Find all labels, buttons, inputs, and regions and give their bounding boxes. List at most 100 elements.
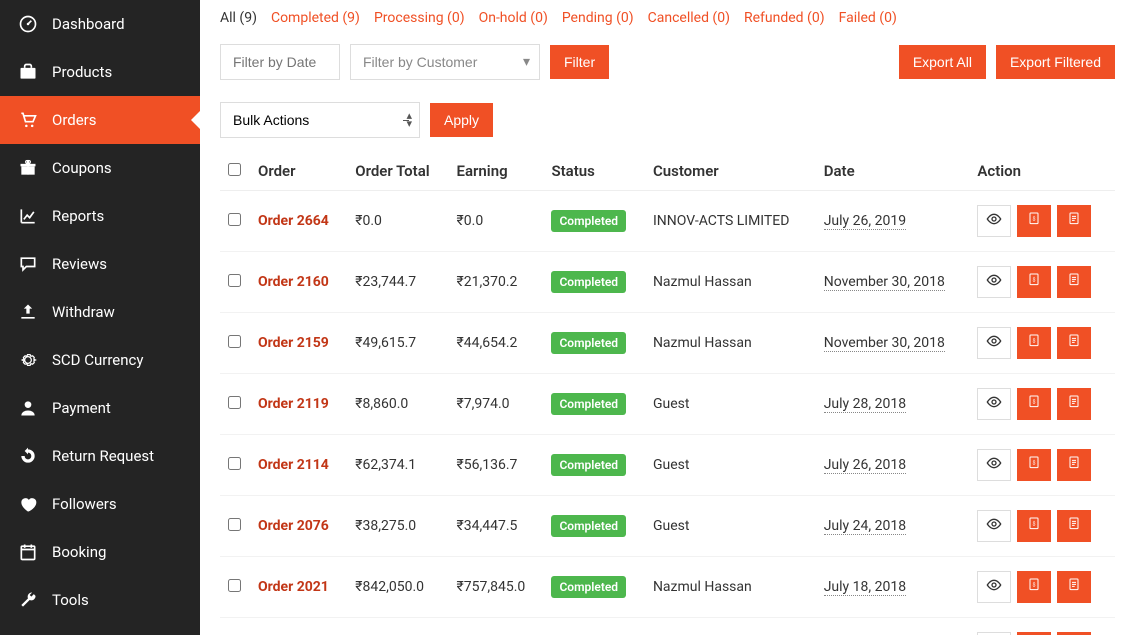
invoice-button[interactable]: $ bbox=[1017, 510, 1051, 542]
status-badge: Completed bbox=[551, 332, 626, 354]
eye-icon bbox=[986, 394, 1002, 414]
sidebar-item-label: Withdraw bbox=[52, 303, 115, 321]
status-filter-processing[interactable]: Processing (0) bbox=[374, 10, 465, 26]
view-button[interactable] bbox=[977, 388, 1011, 420]
sidebar-item-booking[interactable]: Booking bbox=[0, 528, 200, 576]
order-total: ₹0.0 bbox=[347, 191, 448, 252]
order-total: ₹842,050.0 bbox=[347, 557, 448, 618]
orders-table: Order Order Total Earning Status Custome… bbox=[220, 152, 1115, 635]
apply-button[interactable]: Apply bbox=[430, 103, 493, 137]
packing-button[interactable] bbox=[1057, 388, 1091, 420]
order-total: ₹62,374.1 bbox=[347, 435, 448, 496]
sidebar-item-scd-currency[interactable]: SCD Currency bbox=[0, 336, 200, 384]
invoice-button[interactable]: $ bbox=[1017, 449, 1051, 481]
row-checkbox[interactable] bbox=[228, 274, 241, 287]
view-button[interactable] bbox=[977, 205, 1011, 237]
row-checkbox[interactable] bbox=[228, 579, 241, 592]
order-customer: Nazmul Hassan bbox=[645, 313, 816, 374]
status-filter-refunded[interactable]: Refunded (0) bbox=[744, 10, 825, 26]
order-date: November 30, 2018 bbox=[824, 335, 945, 352]
status-badge: Completed bbox=[551, 393, 626, 415]
order-date: July 24, 2018 bbox=[824, 518, 906, 535]
sidebar-item-reviews[interactable]: Reviews bbox=[0, 240, 200, 288]
col-status: Status bbox=[543, 152, 645, 191]
order-link[interactable]: Order 2119 bbox=[258, 396, 329, 412]
status-filter-failed[interactable]: Failed (0) bbox=[839, 10, 897, 26]
order-customer: Nazmul Hassan bbox=[645, 252, 816, 313]
col-date: Date bbox=[816, 152, 970, 191]
row-checkbox[interactable] bbox=[228, 457, 241, 470]
order-link[interactable]: Order 2160 bbox=[258, 274, 329, 290]
row-checkbox[interactable] bbox=[228, 518, 241, 531]
status-badge: Completed bbox=[551, 454, 626, 476]
order-link[interactable]: Order 2664 bbox=[258, 213, 329, 229]
sidebar-item-label: Reports bbox=[52, 207, 104, 225]
select-all-checkbox[interactable] bbox=[228, 163, 241, 176]
status-badge: Completed bbox=[551, 210, 626, 232]
filter-date-input[interactable] bbox=[220, 44, 340, 80]
order-link[interactable]: Order 2114 bbox=[258, 457, 329, 473]
view-button[interactable] bbox=[977, 327, 1011, 359]
svg-text:$: $ bbox=[1033, 215, 1036, 222]
table-row: Order 2114 ₹62,374.1 ₹56,136.7 Completed… bbox=[220, 435, 1115, 496]
sidebar-item-orders[interactable]: Orders bbox=[0, 96, 200, 144]
invoice-button[interactable]: $ bbox=[1017, 327, 1051, 359]
bulk-actions-select[interactable]: Bulk Actions bbox=[220, 102, 420, 138]
filter-button[interactable]: Filter bbox=[550, 45, 609, 79]
packing-button[interactable] bbox=[1057, 571, 1091, 603]
chat-icon bbox=[18, 254, 38, 274]
packing-button[interactable] bbox=[1057, 266, 1091, 298]
status-filter-cancelled[interactable]: Cancelled (0) bbox=[648, 10, 730, 26]
packing-button[interactable] bbox=[1057, 510, 1091, 542]
status-filter-on-hold[interactable]: On-hold (0) bbox=[479, 10, 548, 26]
status-filter-all[interactable]: All (9) bbox=[220, 10, 257, 26]
eye-icon bbox=[986, 577, 1002, 597]
wrench-icon bbox=[18, 590, 38, 610]
sidebar-item-payment[interactable]: Payment bbox=[0, 384, 200, 432]
table-row: Order 2159 ₹49,615.7 ₹44,654.2 Completed… bbox=[220, 313, 1115, 374]
order-earning: ₹0.0 bbox=[449, 191, 544, 252]
order-link[interactable]: Order 2159 bbox=[258, 335, 329, 351]
sidebar-item-followers[interactable]: Followers bbox=[0, 480, 200, 528]
order-link[interactable]: Order 2076 bbox=[258, 518, 329, 534]
order-earning: ₹21,370.2 bbox=[449, 252, 544, 313]
filter-customer-select[interactable]: Filter by Customer bbox=[350, 44, 540, 80]
view-button[interactable] bbox=[977, 266, 1011, 298]
packing-button[interactable] bbox=[1057, 327, 1091, 359]
sidebar: Dashboard ProductsOrdersCoupons Reports Rev… bbox=[0, 0, 200, 635]
view-button[interactable] bbox=[977, 449, 1011, 481]
export-filtered-button[interactable]: Export Filtered bbox=[996, 45, 1115, 79]
packing-button[interactable] bbox=[1057, 449, 1091, 481]
status-filter-completed[interactable]: Completed (9) bbox=[271, 10, 360, 26]
invoice-button[interactable]: $ bbox=[1017, 266, 1051, 298]
sidebar-item-products[interactable]: Products bbox=[0, 48, 200, 96]
sidebar-item-dashboard[interactable]: Dashboard bbox=[0, 0, 200, 48]
order-date: November 30, 2018 bbox=[824, 274, 945, 291]
sidebar-item-withdraw[interactable]: Withdraw bbox=[0, 288, 200, 336]
invoice-button[interactable]: $ bbox=[1017, 205, 1051, 237]
row-checkbox[interactable] bbox=[228, 396, 241, 409]
svg-text:$: $ bbox=[1033, 276, 1036, 283]
sidebar-item-label: Dashboard bbox=[52, 15, 125, 33]
sidebar-item-coupons[interactable]: Coupons bbox=[0, 144, 200, 192]
undo-icon bbox=[18, 446, 38, 466]
sidebar-item-label: Followers bbox=[52, 495, 117, 513]
view-button[interactable] bbox=[977, 510, 1011, 542]
status-filter-pending[interactable]: Pending (0) bbox=[562, 10, 634, 26]
view-button[interactable] bbox=[977, 571, 1011, 603]
packing-button[interactable] bbox=[1057, 205, 1091, 237]
row-checkbox[interactable] bbox=[228, 335, 241, 348]
invoice-icon: $ bbox=[1026, 333, 1042, 353]
sidebar-item-return-request[interactable]: Return Request bbox=[0, 432, 200, 480]
invoice-button[interactable]: $ bbox=[1017, 388, 1051, 420]
sidebar-item-reports[interactable]: Reports bbox=[0, 192, 200, 240]
export-all-button[interactable]: Export All bbox=[899, 45, 986, 79]
invoice-button[interactable]: $ bbox=[1017, 571, 1051, 603]
table-row: Order 2119 ₹8,860.0 ₹7,974.0 Completed G… bbox=[220, 374, 1115, 435]
row-checkbox[interactable] bbox=[228, 213, 241, 226]
order-earning: ₹57,731.5 bbox=[449, 618, 544, 635]
table-row: Order 2021 ₹842,050.0 ₹757,845.0 Complet… bbox=[220, 557, 1115, 618]
order-link[interactable]: Order 2021 bbox=[258, 579, 329, 595]
document-icon bbox=[1066, 516, 1082, 536]
sidebar-item-tools[interactable]: Tools bbox=[0, 576, 200, 624]
